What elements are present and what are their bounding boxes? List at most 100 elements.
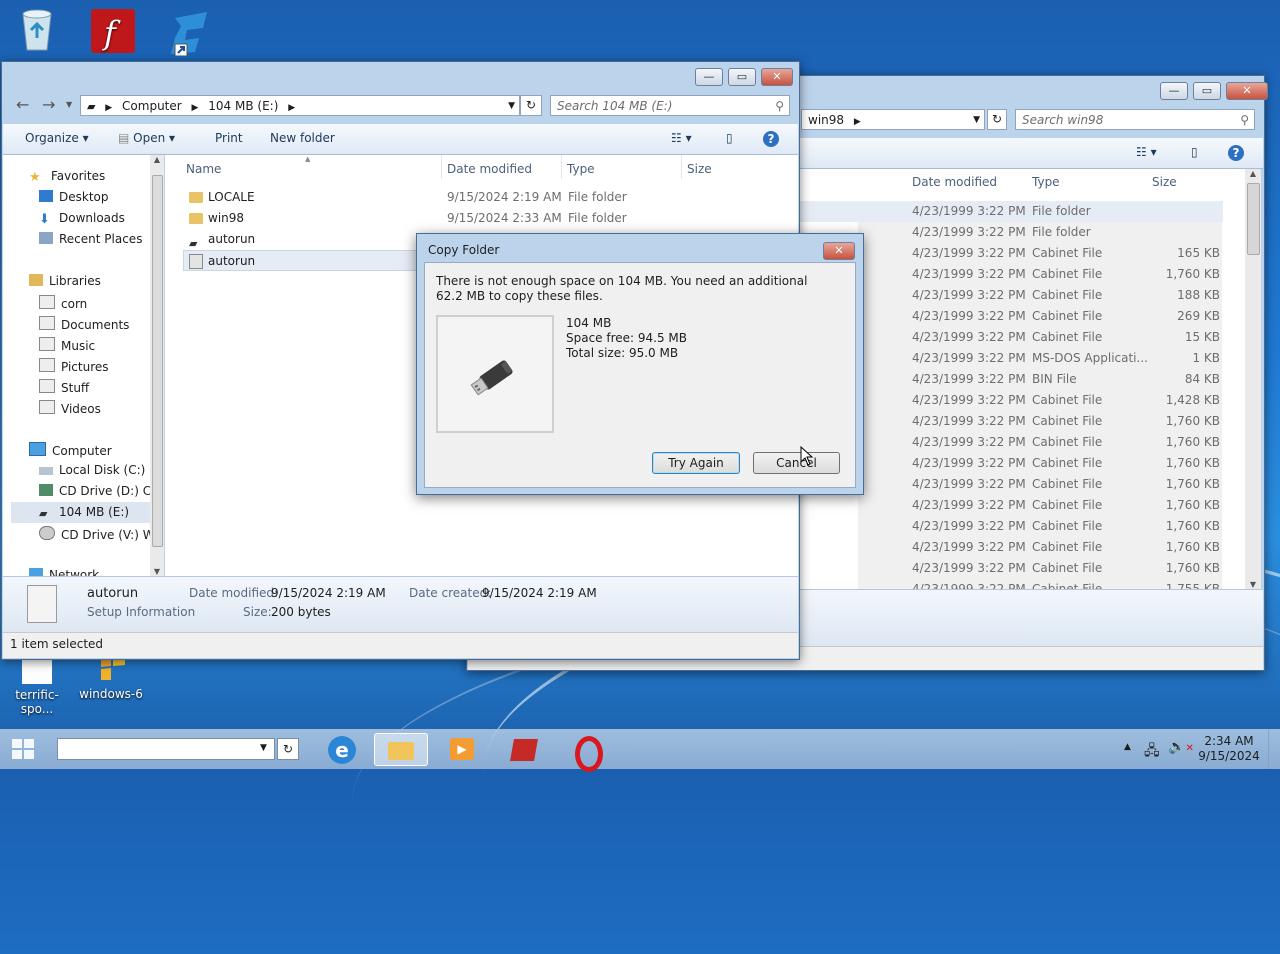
help-icon[interactable]: ?	[1228, 145, 1244, 161]
file-row[interactable]: win98 9/15/2024 2:33 AM File folder	[183, 208, 753, 229]
nav-library-pictures[interactable]: Pictures	[39, 358, 109, 374]
search-icon[interactable]: ⚲	[1240, 110, 1249, 130]
taskbar-app[interactable]	[498, 733, 552, 766]
dialog-close-button[interactable]: ✕	[823, 242, 855, 260]
volume-muted-icon[interactable]: 🔈✕	[1168, 739, 1194, 755]
nav-local-disk-c[interactable]: Local Disk (C:)	[39, 463, 145, 477]
forward-arrow-icon[interactable]: →	[42, 95, 55, 114]
start-button[interactable]	[8, 735, 44, 765]
shortcut-app-icon[interactable]	[152, 8, 222, 57]
taskbar-refresh-icon[interactable]: ↻	[277, 738, 299, 760]
nav-drive-e[interactable]: ▰ 104 MB (E:)	[11, 502, 150, 523]
breadcrumb-drive[interactable]: 104 MB (E:)	[208, 99, 278, 113]
scroll-up-arrow[interactable]: ▲	[150, 155, 164, 164]
address-bar[interactable]: ▰ ▶ Computer ▶ 104 MB (E:) ▶ ▼	[80, 95, 520, 116]
network-tray-icon[interactable]: 🖧	[1144, 740, 1160, 764]
close-button[interactable]: ✕	[1226, 82, 1268, 100]
preview-pane-icon[interactable]: ▯	[726, 131, 733, 145]
file-type: File folder	[1032, 225, 1091, 239]
chevron-right-icon[interactable]: ▶	[288, 103, 295, 113]
clock[interactable]: 2:34 AM 9/15/2024	[1194, 734, 1264, 764]
column-type[interactable]: Type	[567, 162, 595, 176]
file-date: 4/23/1999 3:22 PM	[912, 225, 1026, 239]
taskbar-explorer[interactable]	[374, 733, 428, 766]
nav-recent-places[interactable]: Recent Places	[39, 232, 142, 246]
chevron-right-icon[interactable]: ▶	[192, 103, 199, 113]
column-name[interactable]: Name	[186, 162, 221, 176]
try-again-button[interactable]: Try Again	[652, 452, 740, 474]
nav-cd-drive-v[interactable]: CD Drive (V:) Win	[39, 526, 150, 542]
breadcrumb-computer[interactable]: Computer	[122, 99, 182, 113]
nav-desktop[interactable]: Desktop	[39, 190, 109, 204]
nav-computer[interactable]: Computer	[29, 442, 112, 458]
taskbar-media-player[interactable]: ▶	[436, 733, 490, 766]
open-button[interactable]: ▤ Open ▾	[118, 131, 175, 145]
desktop-file-icon[interactable]: terrific-spo...	[2, 658, 72, 716]
file-type: Cabinet File	[1032, 288, 1103, 302]
nav-cd-drive-d[interactable]: CD Drive (D:) CCC	[39, 484, 150, 498]
column-size[interactable]: Size	[1152, 175, 1177, 189]
scroll-down-arrow[interactable]: ▼	[1245, 580, 1261, 589]
flash-icon[interactable]: f	[78, 8, 148, 54]
file-row[interactable]: LOCALE 9/15/2024 2:19 AM File folder	[183, 187, 753, 208]
maximize-button[interactable]: ▭	[1193, 82, 1221, 100]
column-date-modified[interactable]: Date modified	[912, 175, 997, 189]
minimize-button[interactable]: —	[695, 68, 723, 86]
close-button[interactable]: ✕	[761, 68, 793, 86]
scroll-thumb[interactable]	[1247, 183, 1260, 255]
organize-button[interactable]: Organize ▾	[25, 131, 89, 145]
taskbar-address-input[interactable]: ▼	[57, 738, 275, 760]
chevron-right-icon[interactable]: ▶	[854, 117, 861, 127]
vertical-scrollbar[interactable]: ▲ ▼	[1245, 169, 1261, 589]
navigation-pane[interactable]: ★ Favorites Desktop ⬇ Downloads Recent Pla…	[3, 155, 151, 576]
column-type[interactable]: Type	[1032, 175, 1060, 189]
chevron-down-icon[interactable]: ▼	[973, 110, 980, 131]
search-icon[interactable]: ⚲	[775, 96, 784, 116]
show-hidden-icons[interactable]: ▲	[1124, 742, 1131, 752]
file-type: File folder	[1032, 204, 1091, 218]
view-options-icon[interactable]: ☷ ▾	[671, 131, 692, 145]
search-input[interactable]: Search 104 MB (E:) ⚲	[550, 95, 790, 116]
nav-library-corn[interactable]: corn	[39, 295, 87, 311]
view-options-icon[interactable]: ☷ ▾	[1136, 145, 1157, 159]
nav-favorites[interactable]: ★ Favorites	[29, 169, 105, 185]
recycle-bin-icon[interactable]	[2, 6, 72, 56]
file-size: 1 KB	[1192, 351, 1220, 365]
preview-pane-icon[interactable]: ▯	[1191, 145, 1198, 159]
download-icon: ⬇	[39, 212, 50, 227]
chevron-right-icon[interactable]: ▶	[105, 103, 112, 113]
chevron-down-icon[interactable]: ▼	[260, 743, 267, 753]
taskbar-internet-explorer[interactable]: e	[316, 733, 370, 766]
recent-pages-icon[interactable]: ▼	[66, 100, 72, 109]
refresh-icon[interactable]: ↻	[987, 109, 1007, 130]
nav-library-documents[interactable]: Documents	[39, 316, 129, 332]
minimize-button[interactable]: —	[1160, 82, 1188, 100]
nav-library-videos[interactable]: Videos	[39, 400, 101, 416]
column-date-modified[interactable]: Date modified	[447, 162, 532, 176]
taskbar-opera[interactable]	[562, 733, 616, 772]
nav-network[interactable]: Network	[29, 568, 99, 576]
scroll-up-arrow[interactable]: ▲	[1245, 169, 1261, 178]
show-desktop-button[interactable]	[1268, 730, 1280, 769]
nav-libraries[interactable]: Libraries	[29, 274, 101, 288]
maximize-button[interactable]: ▭	[728, 68, 756, 86]
scroll-down-arrow[interactable]: ▼	[150, 567, 164, 576]
column-size[interactable]: Size	[687, 162, 712, 176]
nav-downloads[interactable]: ⬇ Downloads	[39, 211, 125, 227]
copy-folder-dialog[interactable]: Copy Folder ✕ There is not enough space …	[416, 233, 864, 495]
address-bar[interactable]: win98 ▶ ▼	[801, 109, 985, 130]
nav-library-music[interactable]: Music	[39, 337, 95, 353]
scroll-thumb[interactable]	[152, 175, 163, 547]
search-input[interactable]: Search win98 ⚲	[1015, 109, 1255, 130]
cancel-button[interactable]: Cancel	[753, 452, 840, 474]
back-arrow-icon[interactable]: ←	[16, 95, 29, 114]
print-button[interactable]: Print	[215, 131, 243, 145]
nav-library-stuff[interactable]: Stuff	[39, 379, 89, 395]
detail-size-label: Size:	[243, 605, 272, 619]
new-folder-button[interactable]: New folder	[270, 131, 335, 145]
nav-scrollbar[interactable]: ▲ ▼	[150, 155, 164, 576]
refresh-icon[interactable]: ↻	[520, 95, 542, 116]
chevron-down-icon[interactable]: ▼	[508, 96, 515, 117]
breadcrumb-win98[interactable]: win98	[808, 113, 844, 127]
help-icon[interactable]: ?	[763, 131, 779, 147]
